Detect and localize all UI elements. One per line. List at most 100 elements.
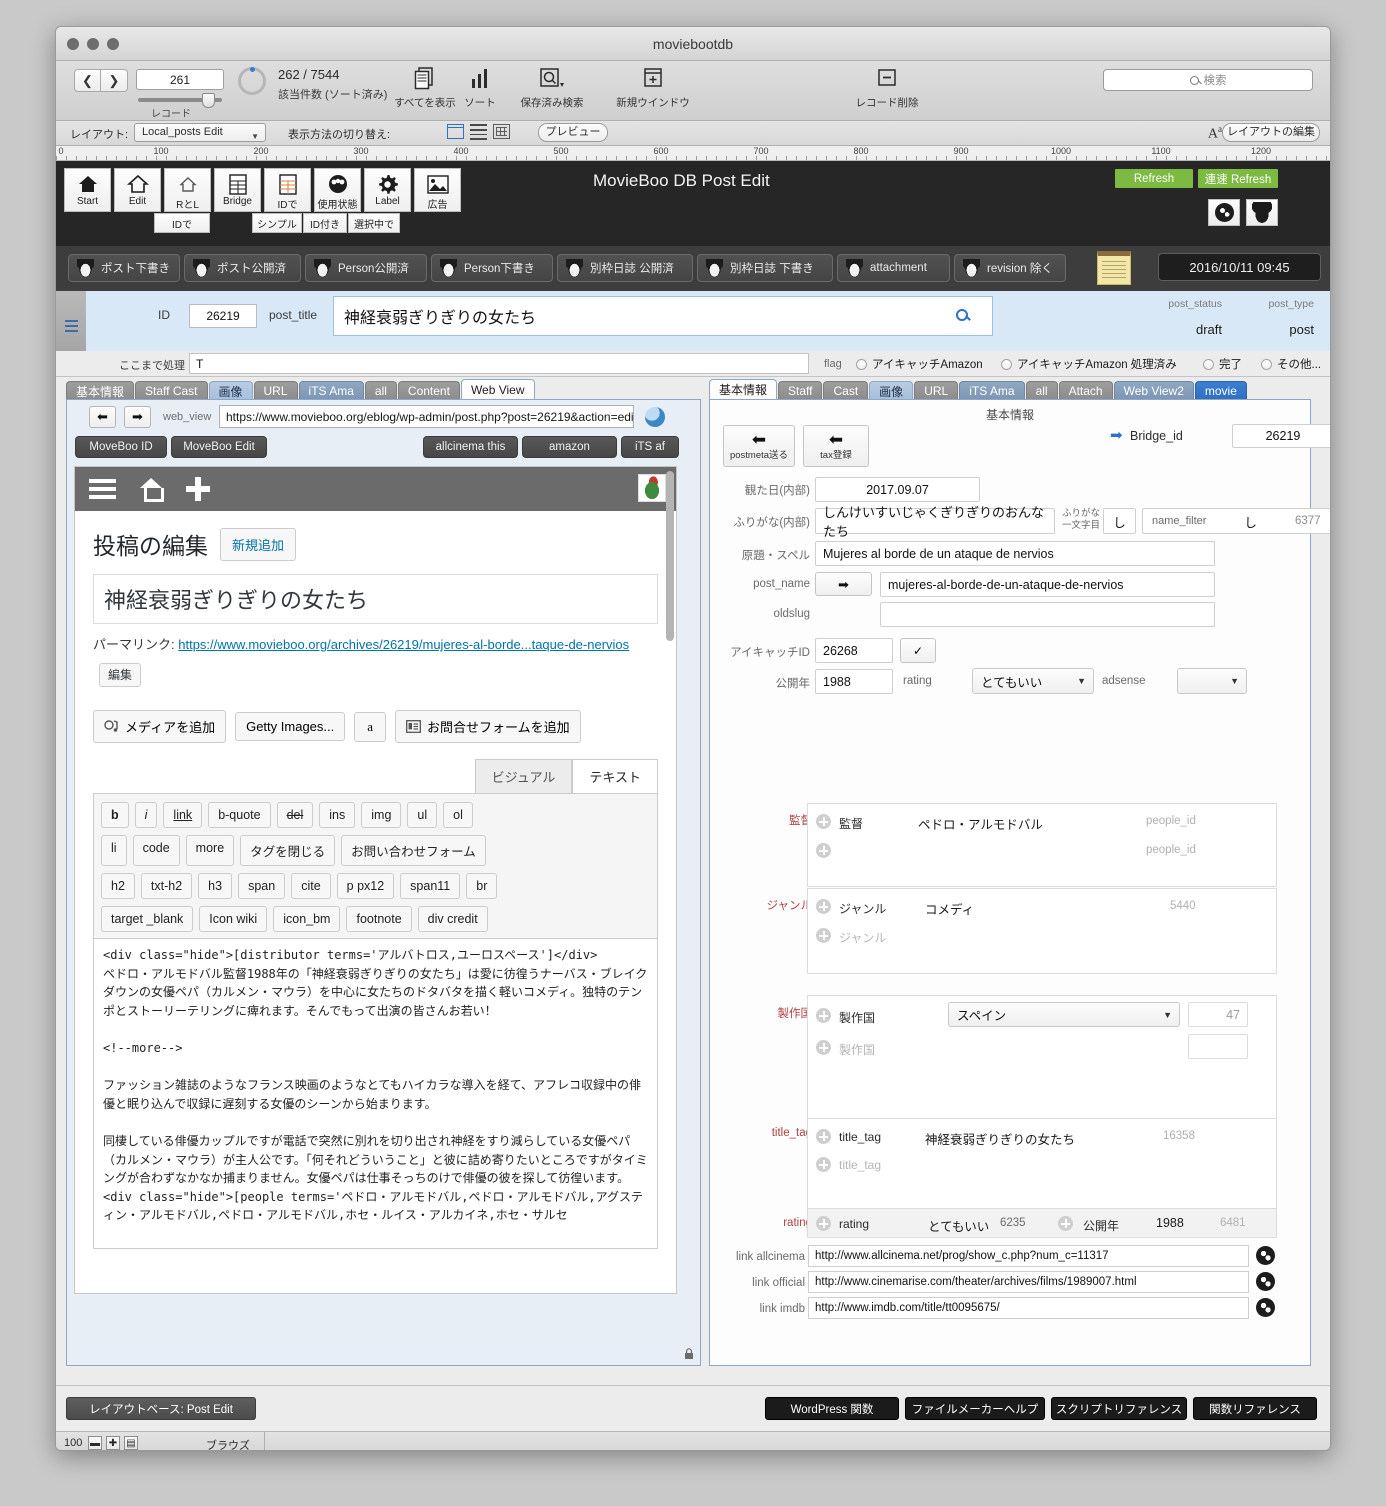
sub-button-id[interactable]: IDで (154, 213, 210, 233)
qt-i[interactable]: i (134, 802, 158, 828)
portal-row[interactable]: 製作国 スペイン ▼ 47 (808, 1002, 1276, 1030)
fast-refresh-button[interactable]: 連速 Refresh (1198, 169, 1278, 188)
webview-scrollbar[interactable] (666, 471, 674, 641)
qt-p-px12[interactable]: p px12 (336, 873, 395, 899)
rtab-its-ama[interactable]: iTS Ama (959, 381, 1025, 400)
globe-button[interactable] (1208, 199, 1240, 226)
rating-portal[interactable]: rating とてもいい 6235 公開年 1988 6481 (807, 1208, 1277, 1238)
qt-div-credit[interactable]: div credit (417, 906, 488, 932)
wp-getty-images-button[interactable]: Getty Images... (235, 712, 346, 741)
qt-footnote[interactable]: footnote (346, 906, 412, 932)
tab-basic-info[interactable]: 基本情報 (66, 381, 135, 400)
qt-bquote[interactable]: b-quote (208, 802, 271, 828)
rtab-all[interactable]: all (1025, 381, 1058, 400)
rtab-movie[interactable]: movie (1194, 381, 1247, 400)
tab-web-view[interactable]: Web View (460, 379, 535, 400)
add-row-icon[interactable] (816, 1129, 831, 1144)
toolbar-sort[interactable]: ソート (456, 65, 504, 110)
add-row-icon[interactable] (816, 1216, 831, 1231)
filter-attachment[interactable]: attachment (837, 254, 950, 282)
filter-person-draft[interactable]: Person下書き (431, 254, 553, 282)
add-row-icon[interactable] (816, 843, 831, 858)
post-title-input[interactable]: 神経衰弱ぎりぎりの女たち (333, 296, 993, 336)
moveboo-edit-button[interactable]: MoveBoo Edit (171, 436, 267, 458)
add-row-icon[interactable] (816, 814, 831, 829)
rtab-images[interactable]: 画像 (869, 381, 914, 400)
original-title-input[interactable]: Mujeres al borde de un ataque de nervios (815, 541, 1215, 566)
post-name-generate-button[interactable]: ➡ (815, 572, 872, 596)
tab-images[interactable]: 画像 (208, 381, 253, 400)
qt-br[interactable]: br (466, 873, 498, 899)
link-official-open-icon[interactable] (1256, 1272, 1275, 1291)
qt-h2[interactable]: h2 (101, 873, 135, 899)
plus-icon[interactable] (186, 477, 210, 501)
link-allcinema-input[interactable]: http://www.allcinema.net/prog/show_c.php… (808, 1245, 1249, 1267)
wp-visual-tab[interactable]: ビジュアル (474, 759, 573, 793)
ad-button[interactable]: 広告 (414, 168, 461, 212)
process-input[interactable]: T (189, 353, 809, 374)
eyecatch-id-input[interactable]: 26268 (815, 638, 893, 663)
start-button[interactable]: Start (64, 168, 111, 212)
menu-icon[interactable] (89, 475, 116, 503)
flag-option-eyecatch-amazon[interactable]: アイキャッチAmazon (856, 356, 983, 372)
country-id[interactable]: 47 (1188, 1002, 1248, 1027)
filter-person-published[interactable]: Person公開済 (305, 254, 427, 282)
record-number-input[interactable]: 261 (136, 69, 224, 90)
add-row-icon[interactable] (1058, 1216, 1073, 1231)
qt-txt-h2[interactable]: txt-h2 (140, 873, 193, 899)
qt-h3[interactable]: h3 (198, 873, 233, 899)
tab-content[interactable]: Content (397, 381, 460, 400)
furigana-input[interactable]: しんけいすいじゃくぎりぎりのおんなたち (815, 505, 1055, 539)
edit-button[interactable]: Edit (114, 168, 161, 212)
eyecatch-check-button[interactable]: ✓ (900, 638, 936, 663)
country-id-2[interactable] (1188, 1034, 1248, 1059)
moveboo-id-button[interactable]: MoveBoo ID (75, 436, 167, 458)
webview-url-input[interactable]: https://www.movieboo.org/eblog/wp-admin/… (219, 405, 634, 428)
adsense-select[interactable]: ▼ (1177, 668, 1247, 694)
wp-text-tab[interactable]: テキスト (572, 759, 658, 793)
rtab-web-view2[interactable]: Web View2 (1113, 381, 1194, 400)
rtab-cast[interactable]: Cast (823, 381, 869, 400)
layout-select[interactable]: Local_posts Edit ▼ (134, 123, 266, 142)
usage-status-button[interactable]: 使用状態 (314, 168, 361, 212)
link-official-input[interactable]: http://www.cinemarise.com/theater/archiv… (808, 1271, 1249, 1293)
qt-del[interactable]: del (276, 802, 314, 828)
portal-row[interactable]: title_tag (808, 1151, 1276, 1179)
filter-diary-published[interactable]: 別枠日誌 公開済 (557, 254, 693, 282)
filemaker-help-button[interactable]: ファイルメーカーヘルプ (905, 1397, 1045, 1420)
link-imdb-open-icon[interactable] (1256, 1298, 1275, 1317)
qt-contact-form[interactable]: お問い合わせフォーム (341, 835, 486, 866)
filter-post-published[interactable]: ポスト公開済 (184, 254, 301, 282)
country-portal[interactable]: 製作国 スペイン ▼ 47 製作国 (807, 995, 1277, 1122)
qt-link[interactable]: link (163, 802, 203, 828)
rl-button[interactable]: RとL (164, 168, 211, 212)
wordpress-functions-button[interactable]: WordPress 関数 (765, 1397, 899, 1420)
qt-ol[interactable]: ol (443, 802, 473, 828)
tab-url[interactable]: URL (253, 381, 298, 400)
table-view-button[interactable] (493, 124, 510, 139)
sub-button-selected[interactable]: 選択中で (348, 213, 400, 233)
wp-amazon-button[interactable]: a (354, 711, 387, 742)
toolbar-show-all[interactable]: すべてを表示 (394, 65, 456, 110)
tab-staff-cast[interactable]: Staff Cast (135, 381, 208, 400)
qt-span11[interactable]: span11 (400, 873, 461, 899)
zoom-out-button[interactable]: ▬ (88, 1436, 102, 1450)
webview-content[interactable]: 投稿の編集 新規追加 神経衰弱ぎりぎりの女たち パーマリンク: https://… (74, 466, 677, 1294)
rtab-basic-info[interactable]: 基本情報 (709, 379, 778, 400)
list-view-button[interactable] (470, 124, 487, 141)
label-button[interactable]: Label (364, 168, 411, 212)
flag-option-eyecatch-amazon-done[interactable]: アイキャッチAmazon 処理済み (1001, 356, 1177, 372)
id-button[interactable]: IDで (264, 168, 311, 212)
title-tag-portal[interactable]: title_tag 神経衰弱ぎりぎりの女たち 16358 title_tag (807, 1118, 1277, 1220)
qt-icon-wiki[interactable]: Icon wiki (199, 906, 268, 932)
avatar-icon[interactable] (638, 474, 666, 502)
preview-button[interactable]: プレビュー (538, 123, 608, 142)
qt-span[interactable]: span (238, 873, 286, 899)
portal-row[interactable]: people_id (808, 837, 1276, 865)
text-size-icon[interactable]: Aa (1208, 124, 1222, 143)
record-slider[interactable] (138, 93, 222, 108)
allcinema-this-button[interactable]: allcinema this (423, 436, 518, 458)
form-view-button[interactable] (447, 124, 464, 139)
rtab-url[interactable]: URL (914, 381, 959, 400)
filter-post-draft[interactable]: ポスト下書き (68, 254, 180, 282)
